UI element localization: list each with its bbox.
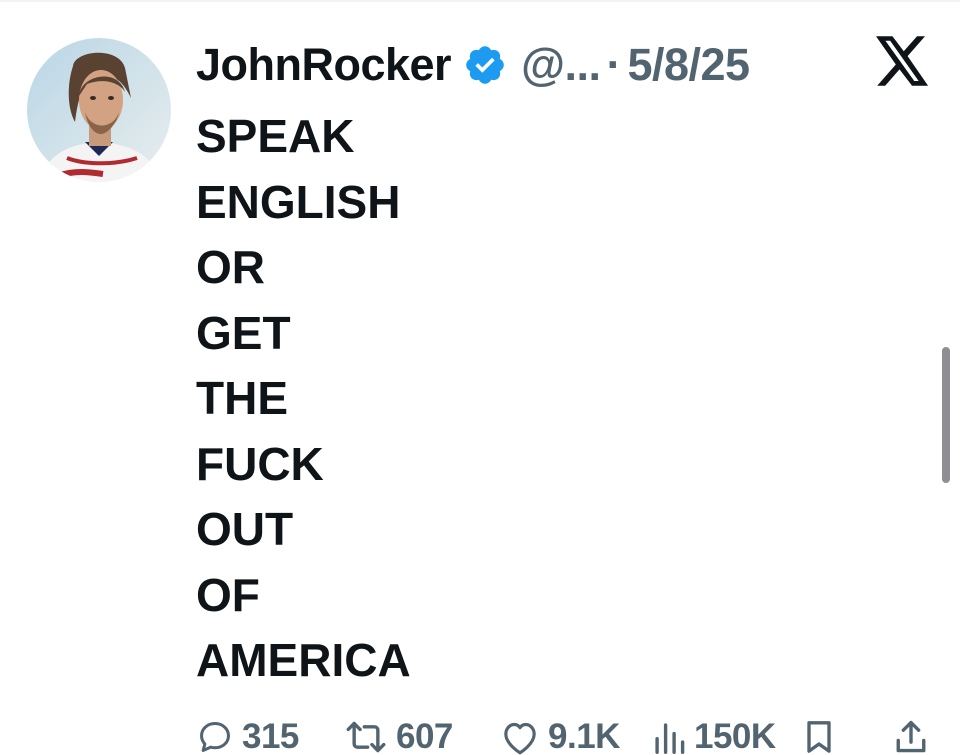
display-name[interactable]: JohnRocker	[196, 39, 452, 91]
tweet-line: ENGLISH	[196, 175, 401, 228]
tweet-card: JohnRocker @... · 5/8/25 SPEAK ENGLISH O…	[0, 0, 960, 755]
reply-count: 315	[242, 717, 299, 755]
tweet-line: AMERICA	[196, 634, 411, 686]
reply-button[interactable]: 315	[196, 712, 299, 755]
top-divider	[0, 0, 960, 2]
bookmark-button[interactable]	[804, 712, 834, 755]
reply-icon	[196, 718, 234, 755]
tweet-text: SPEAK ENGLISH OR GET THE FUCK OUT OF AME…	[196, 104, 411, 694]
tweet-line: FUCK	[196, 437, 324, 490]
like-button[interactable]: 9.1K	[500, 712, 620, 755]
bookmark-icon	[804, 718, 834, 755]
tweet-line: OF	[196, 568, 260, 621]
avatar[interactable]	[27, 38, 171, 182]
post-date[interactable]: 5/8/25	[627, 39, 750, 91]
tweet-header: JohnRocker @... · 5/8/25	[196, 39, 750, 91]
views-icon	[652, 718, 686, 755]
x-logo-icon[interactable]	[876, 36, 930, 86]
handle[interactable]: @...	[521, 39, 601, 91]
scrollbar-thumb[interactable]	[942, 347, 950, 483]
separator-dot: ·	[606, 39, 622, 90]
repost-count: 607	[396, 717, 453, 755]
tweet-line: OR	[196, 241, 265, 293]
like-count: 9.1K	[548, 717, 620, 755]
share-icon	[894, 718, 928, 755]
views-count: 150K	[694, 717, 776, 755]
repost-icon	[344, 718, 388, 755]
verified-badge-icon	[463, 43, 507, 87]
avatar-image	[27, 38, 171, 182]
repost-button[interactable]: 607	[344, 712, 453, 755]
tweet-line: SPEAK	[196, 110, 355, 162]
like-icon	[500, 718, 540, 755]
views-button[interactable]: 150K	[652, 712, 776, 755]
share-button[interactable]	[894, 712, 928, 755]
action-bar: 315 607 9.1K 150K	[196, 712, 936, 755]
tweet-line: THE	[196, 372, 288, 424]
tweet-line: OUT	[196, 503, 294, 555]
tweet-line: GET	[196, 306, 291, 359]
